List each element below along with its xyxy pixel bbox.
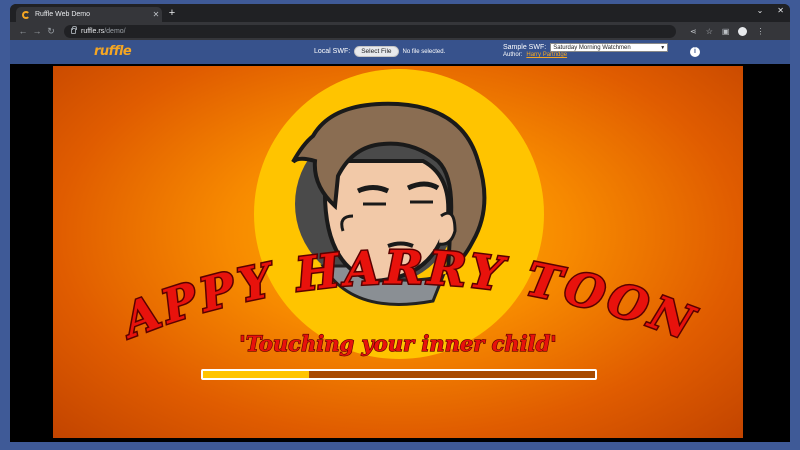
- back-button[interactable]: ←: [16, 26, 30, 36]
- tab-strip: Ruffle Web Demo ✕ + ⌄ ✕: [10, 4, 790, 22]
- local-swf-group: Local SWF: Select File No file selected.: [314, 46, 445, 57]
- local-swf-label: Local SWF:: [314, 48, 351, 55]
- author-label: Author:: [503, 52, 523, 58]
- window-controls: ⌄ ✕: [757, 6, 784, 15]
- tab-title: Ruffle Web Demo: [35, 11, 90, 18]
- sample-swf-label: Sample SWF:: [503, 44, 547, 51]
- chevron-down-icon: ▼: [660, 44, 666, 51]
- ruffle-logo: ruffle: [94, 44, 132, 59]
- address-bar[interactable]: ruffle.rs /demo/: [64, 24, 676, 38]
- close-window-icon[interactable]: ✕: [777, 6, 784, 15]
- author-link[interactable]: Harry Partridge: [526, 52, 567, 58]
- ruffle-favicon-icon: [22, 10, 30, 19]
- menu-icon[interactable]: ⋮: [756, 27, 764, 36]
- new-tab-button[interactable]: +: [166, 7, 178, 19]
- loading-track: [203, 371, 595, 378]
- browser-tab[interactable]: Ruffle Web Demo ✕: [16, 7, 162, 22]
- profile-avatar[interactable]: [738, 26, 748, 36]
- url-host: ruffle.rs: [81, 27, 105, 35]
- loading-fill: [203, 371, 309, 378]
- tab-search-icon[interactable]: ⌄: [757, 6, 764, 15]
- info-icon[interactable]: i: [690, 47, 700, 57]
- select-file-button[interactable]: Select File: [354, 46, 399, 57]
- flash-stage[interactable]: HAPPY HARRY TOONS 'Touching your inner c…: [53, 66, 743, 438]
- close-tab-icon[interactable]: ✕: [150, 10, 162, 19]
- star-icon[interactable]: ☆: [706, 27, 713, 36]
- browser-window: Ruffle Web Demo ✕ + ⌄ ✕ ← → ↻ ruffle.rs …: [10, 4, 790, 442]
- share-icon[interactable]: ⋖: [690, 27, 697, 36]
- toolbar-icons: ⋖ ☆ ▣ ⋮: [690, 26, 764, 36]
- ruffle-header: ruffle Local SWF: Select File No file se…: [10, 40, 790, 64]
- stage-artwork: HAPPY HARRY TOONS 'Touching your inner c…: [53, 66, 702, 359]
- sample-swf-select[interactable]: Saturday Morning Watchmen ▼: [550, 43, 669, 52]
- stage-tagline: 'Touching your inner child': [239, 331, 556, 356]
- address-toolbar: ← → ↻ ruffle.rs /demo/ ⋖ ☆ ▣ ⋮: [10, 22, 790, 40]
- loading-progress-bar: [201, 369, 597, 380]
- url-path: /demo/: [104, 27, 126, 35]
- sample-swf-group: Sample SWF: Saturday Morning Watchmen ▼ …: [503, 43, 669, 58]
- lock-icon[interactable]: [71, 26, 77, 34]
- sample-swf-selected: Saturday Morning Watchmen: [553, 44, 631, 51]
- file-status: No file selected.: [402, 48, 446, 55]
- sidebar-icon[interactable]: ▣: [722, 27, 730, 36]
- player-area: HAPPY HARRY TOONS 'Touching your inner c…: [10, 64, 790, 442]
- reload-button[interactable]: ↻: [44, 26, 58, 37]
- forward-button[interactable]: →: [30, 26, 44, 36]
- author-row: Author: Harry Partridge: [503, 52, 668, 58]
